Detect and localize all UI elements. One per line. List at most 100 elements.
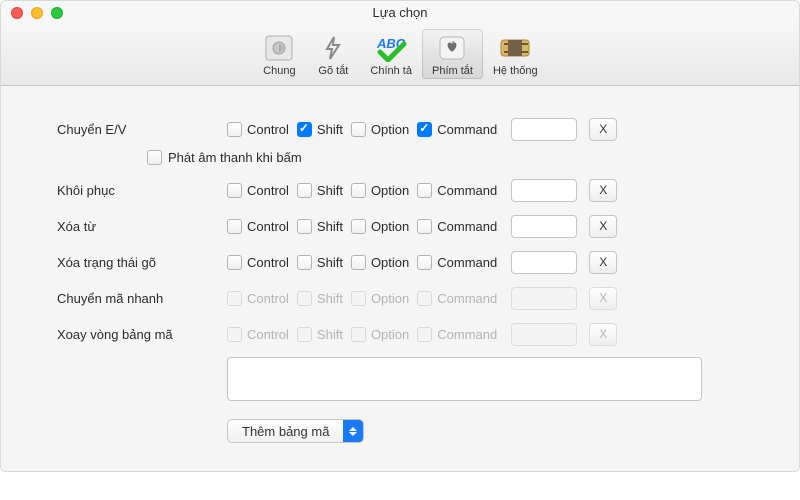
system-icon — [498, 33, 532, 63]
modifier-group: Control Shift Option Command X — [227, 215, 617, 238]
mod-label: Shift — [317, 183, 343, 198]
clear-button[interactable]: X — [589, 118, 617, 141]
checkbox-command[interactable] — [417, 122, 432, 137]
toolbar-tab-general[interactable]: Chung — [252, 29, 306, 79]
clear-button[interactable]: X — [589, 251, 617, 274]
zoom-icon[interactable] — [51, 7, 63, 19]
shortcut-row: Xoay vòng bảng mã Control Shift Option C… — [57, 319, 743, 349]
minimize-icon[interactable] — [31, 7, 43, 19]
lightning-icon — [316, 33, 350, 63]
toolbar-tab-system[interactable]: Hệ thống — [483, 29, 548, 79]
select-value: Thêm bảng mã — [228, 424, 343, 439]
mod-label: Control — [247, 183, 289, 198]
clear-button: X — [589, 287, 617, 310]
mod-label: Command — [437, 327, 497, 342]
checkbox-play-sound[interactable] — [147, 150, 162, 165]
toolbar-tab-label: Gõ tắt — [318, 65, 348, 77]
shortcut-row: Chuyển mã nhanh Control Shift Option Com… — [57, 283, 743, 313]
toolbar-tab-spelling[interactable]: ABC Chính tả — [360, 29, 422, 79]
modifier-group: Control Shift Option Command X — [227, 287, 617, 310]
toolbar-tab-label: Hệ thống — [493, 65, 538, 77]
modifier-group: Control Shift Option Command X — [227, 323, 617, 346]
key-input[interactable] — [511, 215, 577, 238]
key-input[interactable] — [511, 118, 577, 141]
key-input[interactable] — [511, 179, 577, 202]
titlebar: Lựa chọn — [1, 1, 799, 25]
checkbox-shift[interactable] — [297, 255, 312, 270]
encoding-select[interactable]: Thêm bảng mã — [227, 419, 364, 443]
mod-command: Command — [417, 122, 497, 137]
checkbox-command — [417, 291, 432, 306]
key-input[interactable] — [511, 251, 577, 274]
shortcut-row: Khôi phục Control Shift Option Command X — [57, 175, 743, 205]
encoding-list-field[interactable] — [227, 357, 702, 401]
shortcut-row: Xóa trạng thái gõ Control Shift Option C… — [57, 247, 743, 277]
key-input — [511, 323, 577, 346]
checkbox-option[interactable] — [351, 255, 366, 270]
mod-label: Shift — [317, 255, 343, 270]
close-icon[interactable] — [11, 7, 23, 19]
checkbox-control[interactable] — [227, 255, 242, 270]
clear-button[interactable]: X — [589, 215, 617, 238]
toolbar-tab-label: Chính tả — [370, 65, 412, 77]
clear-button[interactable]: X — [589, 179, 617, 202]
checkbox-command[interactable] — [417, 219, 432, 234]
checkbox-control — [227, 291, 242, 306]
mod-option: Option — [351, 122, 409, 137]
mod-label: Command — [437, 291, 497, 306]
chevron-updown-icon — [343, 419, 363, 443]
traffic-lights — [11, 7, 63, 19]
checkbox-option[interactable] — [351, 122, 366, 137]
mod-label: Shift — [317, 219, 343, 234]
row-label: Xóa trạng thái gõ — [57, 255, 227, 270]
apple-key-icon — [435, 33, 469, 63]
modifier-group: Control Shift Option Command X — [227, 118, 617, 141]
checkbox-control — [227, 327, 242, 342]
toolbar-tab-keyboard-shortcuts[interactable]: Phím tắt — [422, 29, 483, 79]
checkbox-option — [351, 327, 366, 342]
clear-button: X — [589, 323, 617, 346]
mod-shift: Shift — [297, 122, 343, 137]
row-label: Chuyển mã nhanh — [57, 291, 227, 306]
mod-label: Option — [371, 183, 409, 198]
mod-label: Option — [371, 122, 409, 137]
encoding-select-wrap: Thêm bảng mã — [227, 419, 743, 443]
mod-label: Control — [247, 219, 289, 234]
checkbox-shift[interactable] — [297, 219, 312, 234]
key-input — [511, 287, 577, 310]
mod-label: Option — [371, 291, 409, 306]
mod-label: Shift — [317, 291, 343, 306]
checkbox-shift[interactable] — [297, 122, 312, 137]
preferences-window: Lựa chọn Chung Gõ tắt ABC Chính tả Phím … — [0, 0, 800, 472]
mod-label: Option — [371, 327, 409, 342]
checkbox-option[interactable] — [351, 219, 366, 234]
checkbox-option[interactable] — [351, 183, 366, 198]
checkbox-option — [351, 291, 366, 306]
checkbox-command[interactable] — [417, 255, 432, 270]
checkbox-command[interactable] — [417, 183, 432, 198]
content-area: Chuyển E/V Control Shift Option Command … — [1, 86, 799, 471]
checkbox-control[interactable] — [227, 183, 242, 198]
play-sound-sub-row: Phát âm thanh khi bấm — [147, 150, 743, 165]
general-icon — [262, 33, 296, 63]
modifier-group: Control Shift Option Command X — [227, 179, 617, 202]
checkbox-control[interactable] — [227, 219, 242, 234]
spellcheck-icon: ABC — [374, 33, 408, 63]
mod-label: Control — [247, 122, 289, 137]
checkbox-control[interactable] — [227, 122, 242, 137]
toolbar-tab-shortcuts-typing[interactable]: Gõ tắt — [306, 29, 360, 79]
checkbox-shift — [297, 327, 312, 342]
mod-label: Option — [371, 255, 409, 270]
row-label: Khôi phục — [57, 183, 227, 198]
mod-label: Option — [371, 219, 409, 234]
row-label: Xoay vòng bảng mã — [57, 327, 227, 342]
row-label: Xóa từ — [57, 219, 227, 234]
mod-label: Control — [247, 291, 289, 306]
play-sound-label: Phát âm thanh khi bấm — [168, 150, 302, 165]
mod-label: Control — [247, 255, 289, 270]
mod-label: Command — [437, 255, 497, 270]
toolbar-tab-label: Chung — [263, 65, 295, 77]
checkbox-shift[interactable] — [297, 183, 312, 198]
mod-label: Control — [247, 327, 289, 342]
checkbox-shift — [297, 291, 312, 306]
